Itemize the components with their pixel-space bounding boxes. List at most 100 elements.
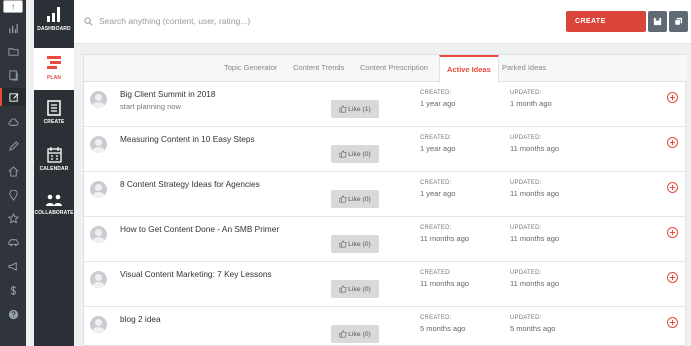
avatar xyxy=(90,181,107,198)
updated-value: 5 months ago xyxy=(510,324,556,333)
idea-subtitle: start planning now xyxy=(120,102,181,111)
updated-label: UPDATED: xyxy=(510,180,542,186)
created-meta: CREATED: 1 year ago xyxy=(420,180,455,198)
add-icon[interactable] xyxy=(667,272,678,283)
created-label: CREATED: xyxy=(420,90,452,96)
cloud-icon[interactable] xyxy=(0,113,26,131)
nav-item-plan[interactable]: PLAN xyxy=(34,48,74,90)
copy-button[interactable] xyxy=(669,11,688,32)
save-icon xyxy=(653,17,662,26)
folder-icon[interactable] xyxy=(0,42,26,60)
updated-meta: UPDATED: 11 months ago xyxy=(510,225,559,243)
thumbs-up-icon xyxy=(339,105,347,113)
avatar xyxy=(90,271,107,288)
updated-value: 1 month ago xyxy=(510,99,552,108)
like-label: Like (0) xyxy=(348,195,371,203)
copy-icon[interactable] xyxy=(0,66,26,84)
idea-row[interactable]: Measuring Content in 10 Easy Steps Like … xyxy=(84,127,687,172)
avatar xyxy=(90,226,107,243)
updated-value: 11 months ago xyxy=(510,144,560,153)
save-button[interactable] xyxy=(648,11,667,32)
help-icon[interactable] xyxy=(0,305,26,323)
avatar xyxy=(90,316,107,333)
nav-label: CREATE xyxy=(43,119,65,125)
star-icon[interactable] xyxy=(0,209,26,227)
megaphone-icon[interactable] xyxy=(0,257,26,275)
add-icon[interactable] xyxy=(667,182,678,193)
updated-meta: UPDATED: 11 months ago xyxy=(510,180,559,198)
like-button[interactable]: Like (1) xyxy=(331,100,379,118)
tab-topic-generator[interactable]: Topic Generator xyxy=(224,63,277,72)
idea-row[interactable]: How to Get Content Done - An SMB Primer … xyxy=(84,217,687,262)
idea-title[interactable]: How to Get Content Done - An SMB Primer xyxy=(120,224,279,234)
idea-row[interactable]: Big Client Summit in 2018 start planning… xyxy=(84,82,687,127)
like-button[interactable]: Like (0) xyxy=(331,235,379,253)
like-button[interactable]: Like (0) xyxy=(331,145,379,163)
created-meta: CREATED: 1 year ago xyxy=(420,135,455,153)
home-icon[interactable] xyxy=(0,162,26,180)
idea-row[interactable]: blog 2 idea Like (0) CREATED: 5 months ag… xyxy=(84,307,687,346)
thumbs-up-icon xyxy=(339,330,347,338)
updated-value: 11 months ago xyxy=(510,279,560,288)
idea-title[interactable]: Big Client Summit in 2018 xyxy=(120,89,215,99)
like-button[interactable]: Like (0) xyxy=(331,190,379,208)
created-label: CREATED: xyxy=(420,315,452,321)
thumbs-up-icon xyxy=(339,285,347,293)
created-label: CREATED: xyxy=(420,180,452,186)
people-icon xyxy=(46,194,62,206)
nav-item-create[interactable]: CREATE xyxy=(34,100,74,134)
add-icon[interactable] xyxy=(667,137,678,148)
search-icon xyxy=(84,16,93,25)
copy-icon xyxy=(674,17,683,26)
create-button[interactable]: CREATE xyxy=(566,11,646,32)
add-icon[interactable] xyxy=(667,227,678,238)
tab-parked-ideas[interactable]: Parked Ideas xyxy=(502,63,546,72)
updated-meta: UPDATED: 5 months ago xyxy=(510,315,555,333)
idea-title[interactable]: Measuring Content in 10 Easy Steps xyxy=(120,134,255,144)
icon-rail: ↑ xyxy=(0,0,26,346)
dollar-icon[interactable] xyxy=(0,281,26,299)
nav-item-dashboard[interactable]: DASHBOARD xyxy=(34,5,74,45)
bar-chart-icon[interactable] xyxy=(0,19,26,37)
thumbs-up-icon xyxy=(339,195,347,203)
updated-label: UPDATED: xyxy=(510,315,542,321)
like-label: Like (1) xyxy=(348,105,371,113)
updated-label: UPDATED: xyxy=(510,135,542,141)
created-value: 5 months ago xyxy=(420,324,466,333)
updated-value: 11 months ago xyxy=(510,189,560,198)
main-nav: DASHBOARD PLAN CREATE CALENDAR COLLABORA… xyxy=(34,0,74,346)
created-value: 1 year ago xyxy=(420,144,456,153)
tab-content-prescription[interactable]: Content Prescription xyxy=(360,63,428,72)
like-button[interactable]: Like (0) xyxy=(331,280,379,298)
search-bar[interactable]: Search anything (content, user, rating..… xyxy=(84,13,384,29)
edit-icon[interactable] xyxy=(0,88,26,106)
created-value: 1 year ago xyxy=(420,189,456,198)
like-button[interactable]: Like (0) xyxy=(331,325,379,343)
location-pin-icon[interactable] xyxy=(0,186,26,204)
like-label: Like (0) xyxy=(348,150,371,158)
nav-label: COLLABORATE xyxy=(34,210,74,216)
tab-content-trends[interactable]: Content Trends xyxy=(293,63,344,72)
pencil-icon[interactable] xyxy=(0,137,26,155)
tab-active-ideas[interactable]: Active Ideas xyxy=(439,55,499,83)
search-input[interactable]: Search anything (content, user, rating..… xyxy=(99,16,250,26)
updated-label: UPDATED: xyxy=(510,225,542,231)
add-icon[interactable] xyxy=(667,317,678,328)
avatar xyxy=(90,91,107,108)
created-meta: CREATED: 11 months ago xyxy=(420,270,469,288)
updated-meta: UPDATED: 11 months ago xyxy=(510,135,559,153)
like-label: Like (0) xyxy=(348,285,371,293)
idea-title[interactable]: Visual Content Marketing: 7 Key Lessons xyxy=(120,269,272,279)
like-label: Like (0) xyxy=(348,330,371,338)
add-icon[interactable] xyxy=(667,92,678,103)
calendar-icon xyxy=(46,147,62,163)
idea-title[interactable]: 8 Content Strategy Ideas for Agencies xyxy=(120,179,260,189)
like-label: Like (0) xyxy=(348,240,371,248)
idea-row[interactable]: 8 Content Strategy Ideas for Agencies Li… xyxy=(84,172,687,217)
idea-row[interactable]: Visual Content Marketing: 7 Key Lessons … xyxy=(84,262,687,307)
car-icon[interactable] xyxy=(0,233,26,251)
nav-item-collaborate[interactable]: COLLABORATE xyxy=(34,194,74,224)
nav-item-calendar[interactable]: CALENDAR xyxy=(34,147,74,181)
idea-title[interactable]: blog 2 idea xyxy=(120,314,161,324)
rail-select[interactable]: ↑ xyxy=(3,0,23,13)
